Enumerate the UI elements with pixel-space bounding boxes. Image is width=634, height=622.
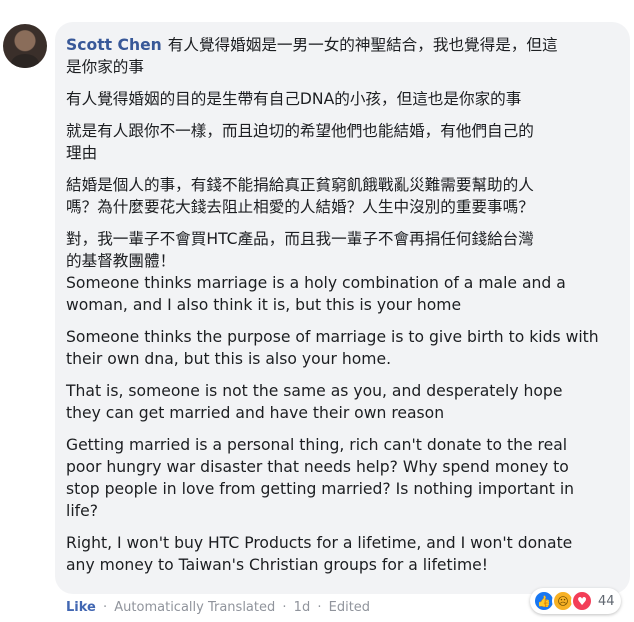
comment-bubble: Scott Chen 有人覺得婚姻是一男一女的神聖結合，我也覺得是，但這 是你家的… <box>55 22 630 594</box>
comment-text-zh-5: 對，我一輩子不會買HTC產品，而且我一輩子不會再捐任何錢給台灣 的基督教團體！ <box>66 230 534 270</box>
comment-text-zh-3: 就是有人跟你不一樣，而且迫切的希望他們也能結婚，有他們自己的 理由 <box>66 122 534 162</box>
reaction-count: 44 <box>598 593 615 609</box>
like-button[interactable]: Like <box>66 600 96 615</box>
comment-text-en-1: Someone thinks marriage is a holy combin… <box>66 274 566 314</box>
avatar[interactable] <box>3 24 47 68</box>
comment-actions: Like · Automatically Translated · 1d · E… <box>66 600 370 615</box>
comment-text-zh-4: 結婚是個人的事，有錢不能捐給真正貧窮飢餓戰亂災難需要幫助的人 嗎？為什麼要花大錢… <box>66 176 534 216</box>
reactions-summary[interactable]: 👍 ☹ ♥ 44 <box>530 588 621 614</box>
timestamp[interactable]: 1d <box>294 600 311 615</box>
comment-text-zh-2: 有人覺得婚姻的目的是生帶有自己DNA的小孩，但這也是你家的事 <box>66 90 522 108</box>
comment-text-en-3: That is, someone is not the same as you,… <box>66 382 563 422</box>
love-icon: ♥ <box>571 590 593 612</box>
separator: · <box>282 600 287 615</box>
comment-text-en-2: Someone thinks the purpose of marriage i… <box>66 328 599 368</box>
comment-paragraph: Scott Chen 有人覺得婚姻是一男一女的神聖結合，我也覺得是，但這 是你家的… <box>66 34 618 78</box>
comment-text-en-5: Right, I won't buy HTC Products for a li… <box>66 534 573 574</box>
translation-label[interactable]: Automatically Translated <box>114 600 275 615</box>
separator: · <box>103 600 108 615</box>
separator: · <box>317 600 322 615</box>
comment-text-en-4: Getting married is a personal thing, ric… <box>66 436 575 520</box>
edited-label[interactable]: Edited <box>329 600 370 615</box>
comment-author[interactable]: Scott Chen <box>66 36 162 54</box>
